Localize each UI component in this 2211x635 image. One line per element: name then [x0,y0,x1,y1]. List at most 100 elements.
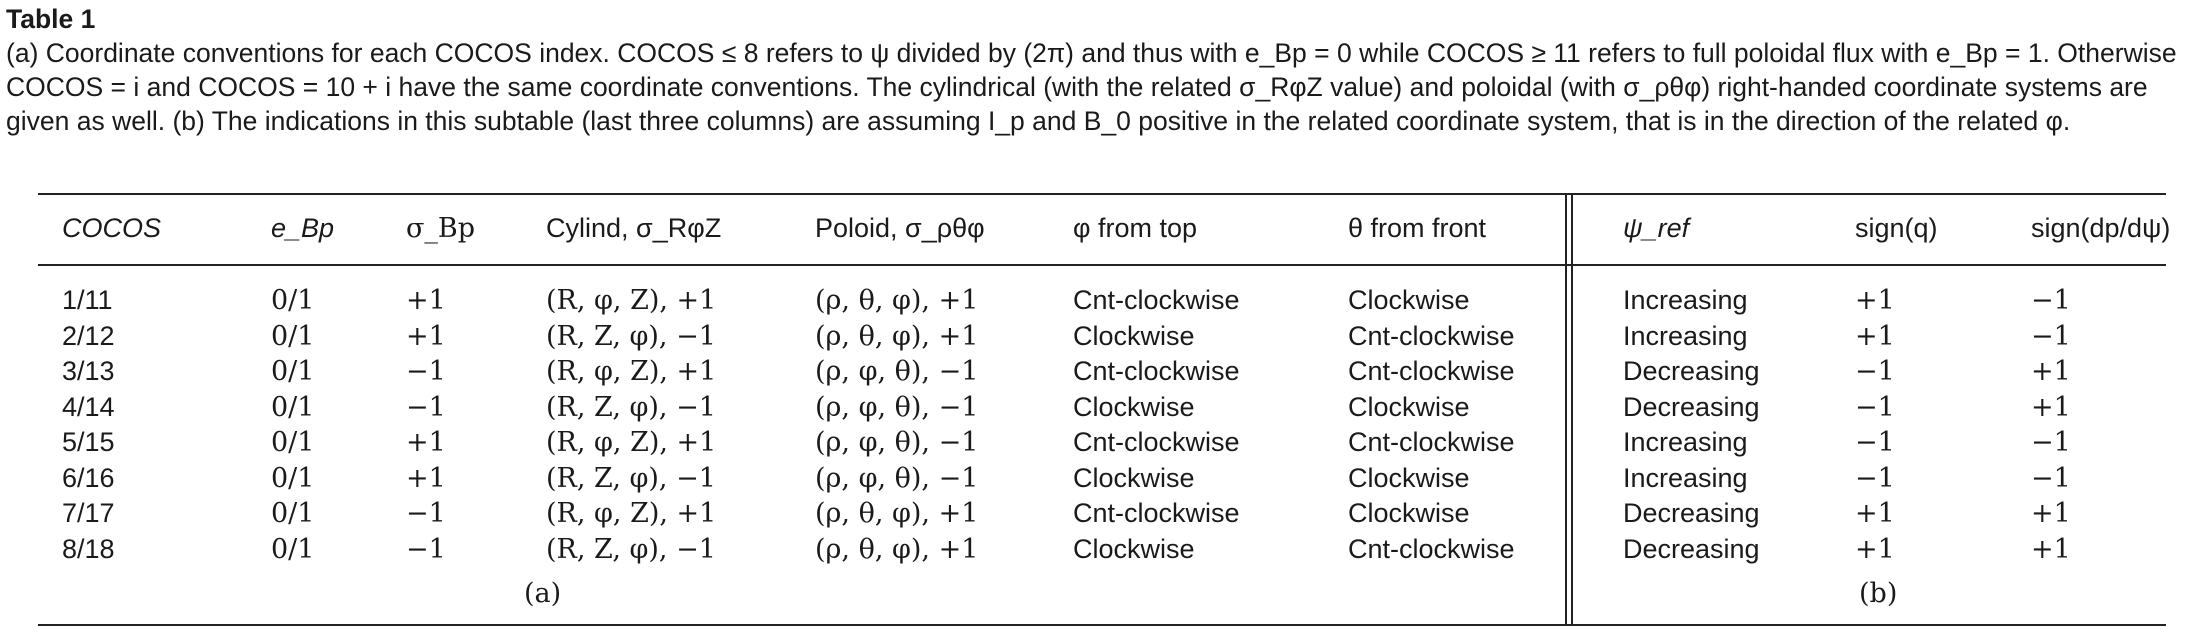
header-sign-dp-dpsi: sign(dp/dψ) [2031,213,2171,243]
table-cell: (R, φ, Z), +1 [546,285,717,316]
table-cell: (ρ, φ, θ), −1 [815,356,979,387]
table-header-rule [38,264,2166,266]
table-label: Table 1 [6,4,96,34]
table-cell: Decreasing [1623,356,1760,386]
table-cell: Cnt-clockwise [1348,320,1515,351]
table-cell: Clockwise [1073,391,1195,422]
data-table: COCOS e_Bp σ_Bp Cylind, σ_RφZ Poloid, σ_… [38,193,2170,628]
table-cell: 0/1 [271,498,315,529]
header-poloid: Poloid, σ_ρθφ [815,213,985,243]
header-psi-ref: ψ_ref [1623,213,1690,243]
table-cell: 1/11 [62,285,113,315]
table-cell: Cnt-clockwise [1348,533,1515,564]
table-cell: −1 [1855,462,1895,494]
table-cell: Clockwise [1348,498,1470,528]
table-cell: Cnt-clockwise [1073,427,1240,457]
table-cell: 0/1 [271,462,315,494]
table-cell: +1 [1855,285,1895,316]
table-cell: Clockwise [1073,462,1195,493]
subtable-label-b: (b) [1859,578,1898,609]
table-cell: 0/1 [271,320,315,352]
table-cell: +1 [1855,533,1895,565]
table-cell: Increasing [1623,427,1748,457]
table-cell: (ρ, θ, φ), +1 [815,320,979,352]
header-phi-from-top: φ from top [1073,213,1198,243]
table-cell: +1 [1855,320,1895,352]
table-cell: Clockwise [1073,320,1195,351]
table-cell: +1 [2031,356,2071,387]
table-cell: 0/1 [271,391,315,423]
table-cell: +1 [2031,391,2071,423]
table-cell: Increasing [1623,285,1748,315]
table-cell: Increasing [1623,320,1748,351]
table-top-rule [38,193,2166,195]
table-cell: (R, φ, Z), +1 [546,356,717,387]
table-cell: Cnt-clockwise [1348,356,1515,386]
table-cell: (R, φ, Z), +1 [546,498,717,529]
table-cell: −1 [2031,462,2071,494]
table-cell: +1 [406,320,446,352]
table-cell: (R, Z, φ), −1 [546,533,716,565]
table-cell: Increasing [1623,462,1748,493]
table-cell: (R, Z, φ), −1 [546,462,716,494]
table-cell: 3/13 [62,356,115,386]
header-sign-q: sign(q) [1855,213,1938,243]
table-cell: Decreasing [1623,391,1760,422]
table-cell: +1 [406,285,446,316]
table-cell: 6/16 [62,462,115,493]
header-cocos: COCOS [62,213,162,243]
table-cell: Clockwise [1073,533,1195,564]
table-cell: 0/1 [271,427,315,458]
table-cell: Cnt-clockwise [1348,427,1515,457]
table-cell: 0/1 [271,356,315,387]
table-cell: 7/17 [62,498,115,528]
table-cell: Cnt-clockwise [1073,356,1240,386]
header-cylind: Cylind, σ_RφZ [546,213,722,243]
table-cell: −1 [406,391,446,423]
subtable-label-a: (a) [524,578,562,609]
table-cell: 2/12 [62,320,115,351]
table-cell: Clockwise [1348,391,1470,422]
table-cell: 0/1 [271,533,315,565]
table-cell: Clockwise [1348,285,1470,315]
table-bottom-rule [38,624,2166,626]
table-cell: 4/14 [62,391,115,422]
table-cell: +1 [2031,533,2071,565]
header-sigma-bp: σ_Bp [406,213,476,244]
table-cell: −1 [1855,391,1895,423]
table-cell: −1 [2031,320,2071,352]
table-cell: Clockwise [1348,462,1470,493]
table-cell: 5/15 [62,427,115,457]
table-cell: (R, φ, Z), +1 [546,427,717,458]
table-cell: Cnt-clockwise [1073,285,1240,315]
table-cell: −1 [1855,427,1895,458]
table-cell: (ρ, φ, θ), −1 [815,427,979,458]
table-cell: −1 [406,498,446,529]
table-caption: Table 1 (a) Coordinate conventions for e… [6,2,2202,138]
table-cell: −1 [406,356,446,387]
table-cell: (R, Z, φ), −1 [546,391,716,423]
caption-text: (a) Coordinate conventions for each COCO… [6,38,2177,136]
table-cell: 0/1 [271,285,315,316]
subtable-divider-right [1571,193,1573,626]
table-cell: −1 [1855,356,1895,387]
table-cell: +1 [406,462,446,494]
table-cell: (ρ, φ, θ), −1 [815,391,979,423]
table-cell: (ρ, θ, φ), +1 [815,498,979,529]
table-cell: Decreasing [1623,533,1760,564]
table-cell: +1 [406,427,446,458]
subtable-divider-left [1565,193,1567,626]
table-cell: +1 [2031,498,2071,529]
header-theta-from-front: θ from front [1348,213,1487,243]
table-cell: +1 [1855,498,1895,529]
table-cell: Cnt-clockwise [1073,498,1240,528]
table-cell: 8/18 [62,533,115,564]
table-cell: (ρ, θ, φ), +1 [815,533,979,565]
table-cell: Decreasing [1623,498,1760,528]
table-cell: −1 [2031,427,2071,458]
table-cell: (R, Z, φ), −1 [546,320,716,352]
table-cell: (ρ, φ, θ), −1 [815,462,979,494]
header-ebp: e_Bp [271,213,335,243]
table-cell: −1 [406,533,446,565]
table-cell: −1 [2031,285,2071,316]
